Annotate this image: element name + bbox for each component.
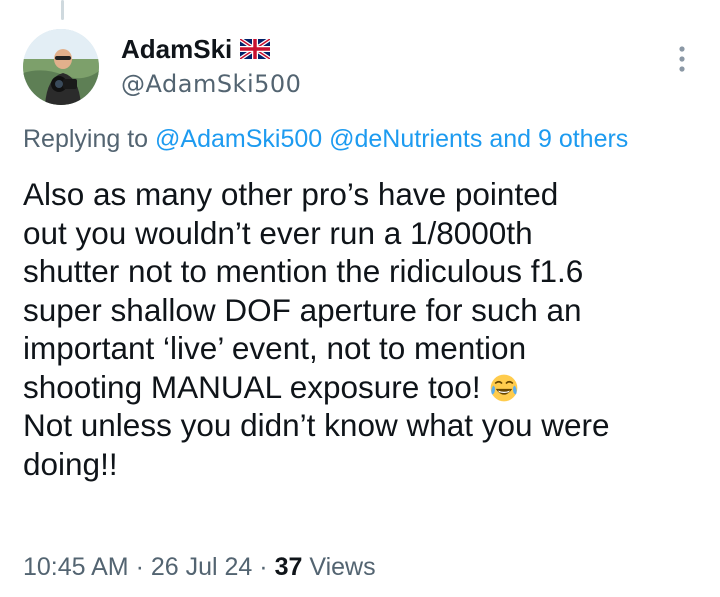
- tweet-text-line: Also as many other pro’s have pointed: [23, 176, 559, 212]
- replying-to-prefix: Replying to: [23, 125, 156, 153]
- tweet-text-line: out you wouldn’t ever run a 1/8000th: [23, 214, 533, 251]
- vertical-dots-icon: [679, 46, 685, 72]
- mention-link-adamski500[interactable]: @AdamSki500: [155, 125, 322, 153]
- author-display-name[interactable]: AdamSki: [121, 33, 232, 65]
- tweet-text-line: Not unless you didn’t know what you were: [23, 407, 610, 443]
- tweet-time[interactable]: 10:45 AM: [23, 553, 129, 581]
- tweet-text-line: doing!!: [23, 445, 118, 482]
- uk-flag-icon: [239, 37, 272, 61]
- tweet-date[interactable]: 26 Jul 24: [151, 553, 252, 581]
- meta-separator: ·: [259, 553, 268, 581]
- tweet-text: Also as many other pro’s have pointed ou…: [23, 175, 713, 483]
- tweet-text-line: super shallow DOF aperture for such an: [23, 291, 582, 328]
- others-link[interactable]: and 9 others: [489, 125, 628, 153]
- more-options-button[interactable]: [667, 42, 697, 76]
- meta-separator: ·: [135, 553, 144, 581]
- mention-link-denutrients[interactable]: @deNutrients: [329, 125, 482, 153]
- tweet-text-line: shutter not to mention the ridiculous f1…: [23, 253, 584, 289]
- tweet-text-line-with-emoji: shooting MANUAL exposure too!: [23, 368, 713, 407]
- views-count: 37: [274, 553, 303, 581]
- avatar-photo: [23, 29, 99, 105]
- avatar[interactable]: [23, 29, 99, 105]
- author-handle[interactable]: @AdamSki500: [121, 68, 301, 100]
- tweet-metadata: 10:45 AM · 26 Jul 24 · 37 Views: [23, 551, 376, 583]
- author-name-row: AdamSki: [121, 33, 272, 65]
- thread-connector-line: [61, 0, 64, 20]
- tweet-text-segment: shooting MANUAL exposure too!: [23, 368, 481, 405]
- replying-to-line: Replying to @AdamSki500 @deNutrients and…: [23, 123, 628, 155]
- views-label: Views: [309, 553, 376, 581]
- tweet-text-line: important ‘live’ event, not to mention: [23, 330, 527, 366]
- tears-of-joy-emoji-icon: [489, 373, 519, 403]
